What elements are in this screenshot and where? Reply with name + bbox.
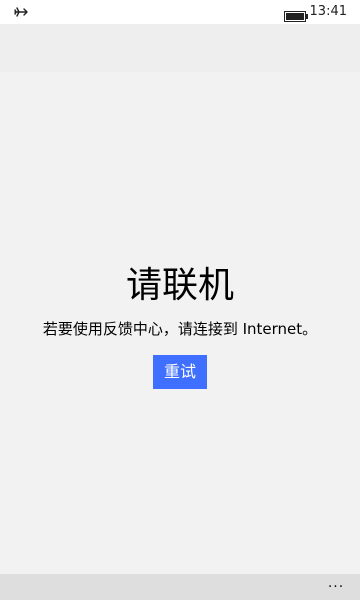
battery-icon: [284, 7, 308, 22]
app-bar: ···: [0, 574, 360, 600]
status-bar: 13:41: [0, 0, 360, 24]
status-time: 13:41: [309, 4, 347, 19]
connection-message: 若要使用反馈中心，请连接到 Internet。: [42, 320, 318, 338]
page-title: 请联机: [125, 265, 234, 306]
feedback-hub-offline-screen: 13:41 请联机 若要使用反馈中心，请连接到 Internet。 重试 ···: [0, 0, 360, 600]
retry-button[interactable]: 重试: [153, 355, 207, 389]
airplane-icon: [13, 4, 29, 20]
offline-content: 请联机 若要使用反馈中心，请连接到 Internet。 重试: [0, 72, 360, 574]
header-band: [0, 24, 360, 72]
more-options-button[interactable]: ···: [324, 578, 348, 596]
